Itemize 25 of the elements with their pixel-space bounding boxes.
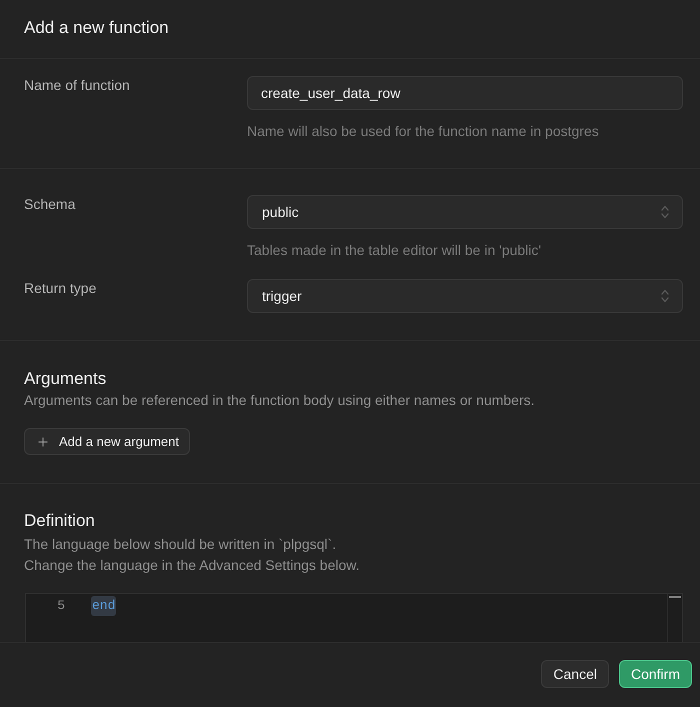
- scrollbar-thumb[interactable]: [669, 596, 681, 598]
- section-title: Arguments: [24, 368, 108, 390]
- section-description: Arguments can be referenced in the function body using either names or numbers.: [24, 391, 536, 410]
- plus-icon: [36, 434, 50, 448]
- scrollbar[interactable]: [667, 594, 682, 642]
- field-hint: Tables made in the table editor will be in 'public': [247, 241, 542, 259]
- section-description: Change the language in the Advanced Settings below.: [24, 556, 360, 575]
- line-number: 5: [56, 597, 65, 615]
- add-argument-button[interactable]: Add a new argument: [24, 428, 190, 455]
- field-hint: Name will also be used for the function name in postgres: [247, 122, 600, 140]
- section-description: The language below should be written in `plpgsql`.: [24, 535, 338, 554]
- chevron-up-down-icon: [661, 205, 669, 219]
- text-field[interactable]: create_user_data_row: [247, 76, 683, 110]
- section-title: Definition: [24, 510, 96, 532]
- dialog-title: Add a new function: [24, 16, 169, 38]
- code-text: end: [91, 596, 116, 616]
- field-label: Name of function: [24, 76, 131, 95]
- field-label: Return type: [24, 279, 98, 298]
- code-editor[interactable]: 5 end: [25, 593, 683, 642]
- select-field[interactable]: public: [247, 195, 683, 229]
- chevron-up-down-icon: [661, 289, 669, 303]
- cancel-button[interactable]: Cancel: [541, 660, 609, 688]
- select-field[interactable]: trigger: [247, 279, 683, 313]
- field-label: Schema: [24, 195, 76, 214]
- confirm-button[interactable]: Confirm: [618, 660, 692, 688]
